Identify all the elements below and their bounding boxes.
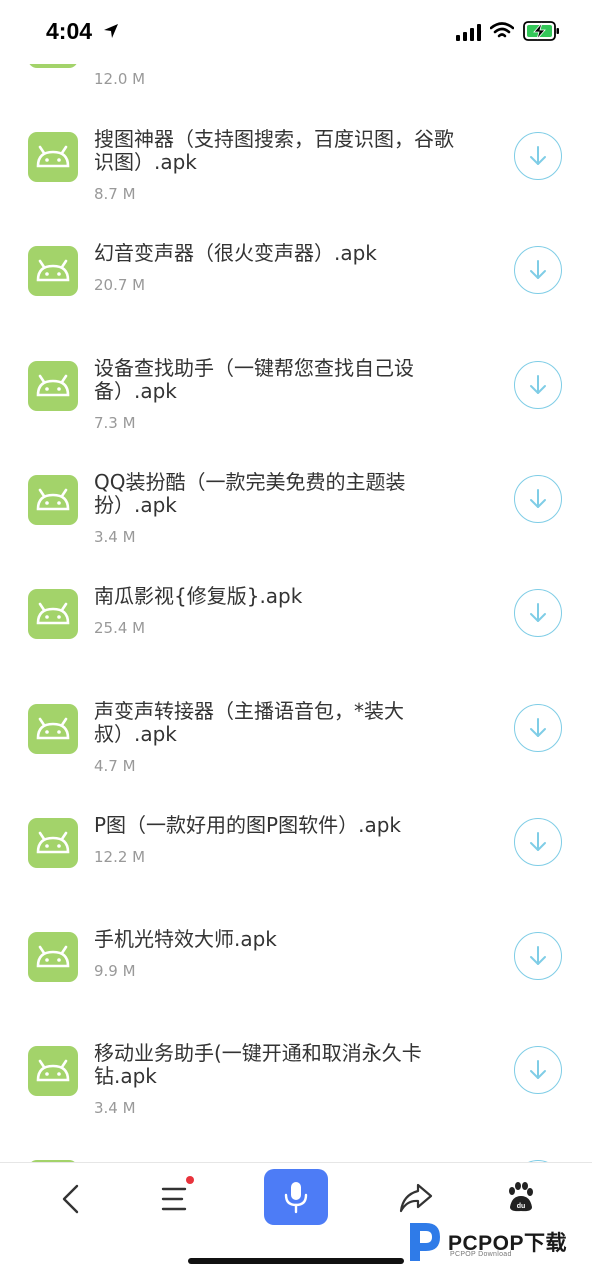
file-name: 移动业务助手(一键开通和取消永久卡钻.apk xyxy=(94,1041,422,1088)
download-button[interactable] xyxy=(514,818,562,866)
wifi-icon xyxy=(490,22,514,38)
status-time: 4:04 xyxy=(46,18,93,44)
android-icon xyxy=(28,361,78,411)
cellular-signal-icon xyxy=(456,24,481,41)
file-size: 4.7 M xyxy=(94,757,136,775)
file-name: 手机光特效大师.apk xyxy=(94,927,277,951)
list-item[interactable]: 搜图神器（支持图搜索，百度识图，谷歌识图）.apk 8.7 M xyxy=(0,128,592,246)
android-icon xyxy=(28,704,78,754)
android-icon xyxy=(28,818,78,868)
android-icon xyxy=(28,246,78,296)
file-size: 9.9 M xyxy=(94,962,136,980)
list-item[interactable]: 幻音变声器（很火变声器）.apk 20.7 M xyxy=(0,242,592,360)
list-item[interactable]: 声变声转接器（主播语音包，*装大叔）.apk 4.7 M xyxy=(0,700,592,818)
file-name: 设备查找助手（一键帮您查找自己设备）.apk xyxy=(94,356,414,403)
file-size: 12.2 M xyxy=(94,848,146,866)
pcpop-logo-icon xyxy=(410,1223,440,1261)
download-button[interactable] xyxy=(514,132,562,180)
android-icon xyxy=(28,1046,78,1096)
file-size: 8.7 M xyxy=(94,185,136,203)
list-item[interactable]: 手机光特效大师.apk 9.9 M xyxy=(0,928,592,1046)
status-bar: 4:04 xyxy=(0,0,592,64)
location-arrow-icon xyxy=(104,24,118,38)
file-size: 3.4 M xyxy=(94,528,136,546)
file-size: 12.0 M xyxy=(94,70,146,88)
watermark-sub: PCPOP Download xyxy=(450,1251,512,1258)
share-icon[interactable] xyxy=(398,1181,434,1215)
file-size: 25.4 M xyxy=(94,619,146,637)
back-icon[interactable] xyxy=(56,1183,86,1215)
download-button[interactable] xyxy=(514,361,562,409)
download-button[interactable] xyxy=(514,1046,562,1094)
download-button[interactable] xyxy=(514,475,562,523)
download-button[interactable] xyxy=(514,932,562,980)
list-item[interactable]: 移动业务助手(一键开通和取消永久卡钻.apk 3.4 M xyxy=(0,1042,592,1160)
download-button[interactable] xyxy=(514,704,562,752)
download-button[interactable] xyxy=(514,246,562,294)
voice-search-button[interactable] xyxy=(264,1169,328,1225)
watermark: PCPOP下载 PCPOP Download xyxy=(404,1219,590,1267)
android-icon xyxy=(28,132,78,182)
list-item[interactable]: P图（一款好用的图P图软件）.apk 12.2 M xyxy=(0,814,592,932)
list-item[interactable]: 设备查找助手（一键帮您查找自己设备）.apk 7.3 M xyxy=(0,357,592,475)
android-icon xyxy=(28,589,78,639)
file-name: 幻音变声器（很火变声器）.apk xyxy=(94,241,377,265)
microphone-icon xyxy=(284,1182,308,1214)
file-size: 7.3 M xyxy=(94,414,136,432)
file-name: 搜图神器（支持图搜索，百度识图，谷歌识图）.apk xyxy=(94,127,454,174)
list-item[interactable]: 南瓜影视{修复版}.apk 25.4 M xyxy=(0,585,592,703)
menu-icon[interactable] xyxy=(160,1181,194,1217)
download-button[interactable] xyxy=(514,589,562,637)
battery-charging-icon xyxy=(523,21,559,41)
file-size: 3.4 M xyxy=(94,1099,136,1117)
baidu-paw-icon[interactable]: du xyxy=(504,1181,536,1213)
file-size: 20.7 M xyxy=(94,276,146,294)
file-name: QQ装扮酷（一款完美免费的主题装扮）.apk xyxy=(94,470,406,517)
home-indicator xyxy=(188,1258,404,1264)
file-name: 声变声转接器（主播语音包，*装大叔）.apk xyxy=(94,699,404,746)
file-name: 南瓜影视{修复版}.apk xyxy=(94,584,303,608)
svg-text:du: du xyxy=(517,1203,526,1210)
list-item[interactable]: QQ装扮酷（一款完美免费的主题装扮）.apk 3.4 M xyxy=(0,471,592,589)
notification-dot xyxy=(186,1176,194,1184)
file-name: P图（一款好用的图P图软件）.apk xyxy=(94,813,402,837)
android-icon xyxy=(28,475,78,525)
android-icon xyxy=(28,932,78,982)
